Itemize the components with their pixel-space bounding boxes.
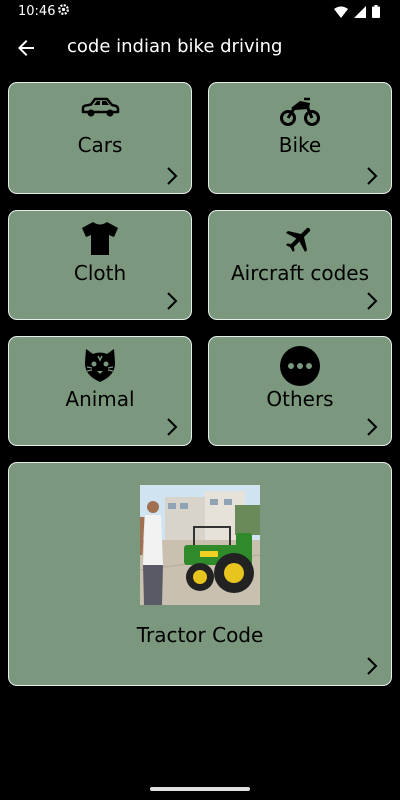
gesture-nav-handle[interactable] [150, 787, 250, 791]
back-arrow-icon[interactable] [14, 36, 38, 60]
page-title: code indian bike driving [67, 36, 283, 57]
category-label-others: Others [266, 387, 334, 411]
signal-icon [354, 5, 366, 18]
featured-label: Tractor Code [136, 623, 264, 647]
chevron-right-icon [367, 657, 378, 675]
chevron-right-icon [167, 418, 178, 436]
chevron-right-icon [167, 167, 178, 185]
tiger-icon [84, 349, 116, 382]
category-card-aircraft-codes[interactable]: Aircraft codes [208, 210, 392, 320]
wifi-icon [334, 6, 348, 18]
motorcycle-icon [280, 97, 320, 126]
car-icon [81, 97, 120, 117]
status-icons [334, 5, 380, 18]
category-label-cars: Cars [77, 133, 123, 157]
battery-icon [372, 5, 380, 18]
chevron-right-icon [167, 292, 178, 310]
tractor-image [140, 485, 260, 605]
category-label-animal: Animal [65, 387, 135, 411]
chevron-right-icon [367, 292, 378, 310]
category-card-animal[interactable]: Animal [8, 336, 192, 446]
tshirt-icon [82, 222, 118, 255]
category-card-bike[interactable]: Bike [208, 82, 392, 194]
category-label-cloth: Cloth [73, 261, 127, 285]
more-icon [280, 346, 320, 386]
chevron-right-icon [367, 418, 378, 436]
category-card-cars[interactable]: Cars [8, 82, 192, 194]
category-label-aircraft-codes: Aircraft codes [230, 261, 370, 285]
chevron-right-icon [367, 167, 378, 185]
settings-gear-icon [58, 4, 69, 15]
category-card-others[interactable]: Others [208, 336, 392, 446]
category-card-cloth[interactable]: Cloth [8, 210, 192, 320]
app-bar: code indian bike driving [0, 24, 400, 72]
featured-card-tractor-code[interactable]: Tractor Code [8, 462, 392, 686]
status-bar: 10:46 [0, 0, 400, 24]
category-label-bike: Bike [278, 133, 322, 157]
status-time: 10:46 [18, 4, 56, 19]
airplane-icon [285, 227, 311, 253]
